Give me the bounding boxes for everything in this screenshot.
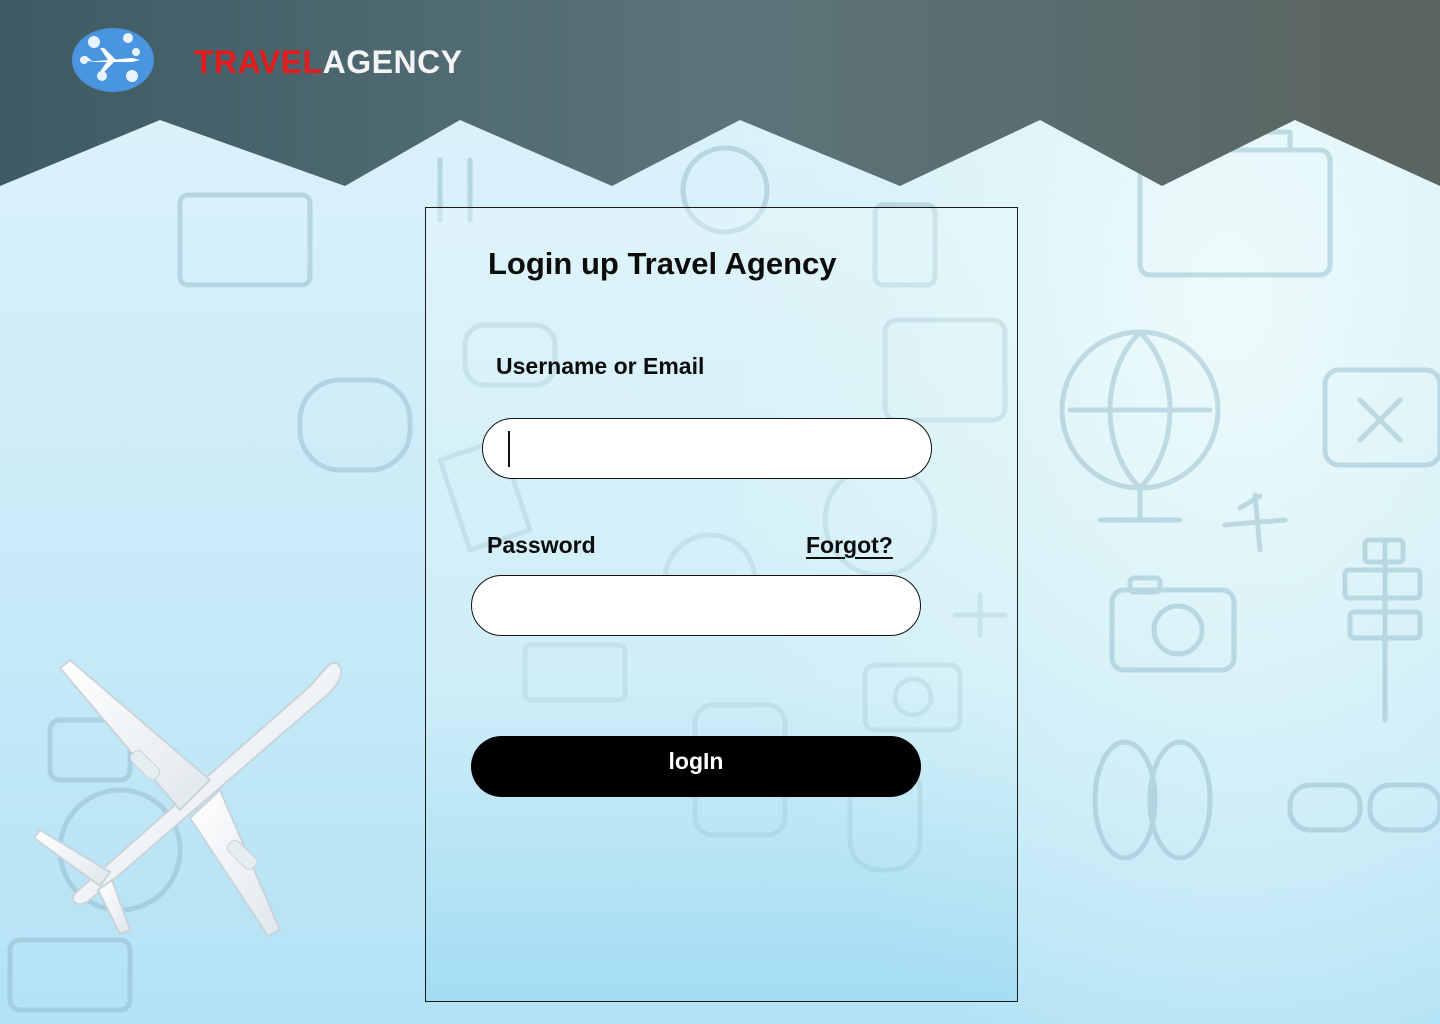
forgot-password-link[interactable]: Forgot? (806, 532, 893, 559)
username-label: Username or Email (496, 353, 705, 379)
flip-flops-icon (1092, 739, 1213, 861)
airplane-globe-icon[interactable] (72, 28, 154, 92)
header-band (0, 0, 1440, 190)
airplane-hero-image (20, 650, 350, 940)
brand-part-agency: AGENCY (322, 44, 463, 80)
login-button[interactable]: logIn (471, 736, 921, 797)
sunglasses-icon (1287, 782, 1440, 833)
password-input[interactable] (471, 575, 921, 636)
brand-part-travel: TRAVEL (194, 44, 323, 80)
camera-icon (1109, 575, 1237, 673)
password-label: Password (487, 532, 596, 558)
map-icon (1322, 367, 1440, 468)
brand-name[interactable]: TRAVELAGENCY (194, 42, 463, 82)
text-caret (508, 431, 510, 467)
signpost-icon (1342, 537, 1423, 723)
globe-icon (1059, 329, 1221, 523)
login-card: Login up Travel Agency Username or Email… (425, 207, 1018, 1002)
username-input[interactable] (482, 418, 932, 479)
login-title: Login up Travel Agency (488, 246, 837, 281)
login-page: TRAVELAGENCY Login up Travel Agency User… (0, 0, 1440, 1024)
